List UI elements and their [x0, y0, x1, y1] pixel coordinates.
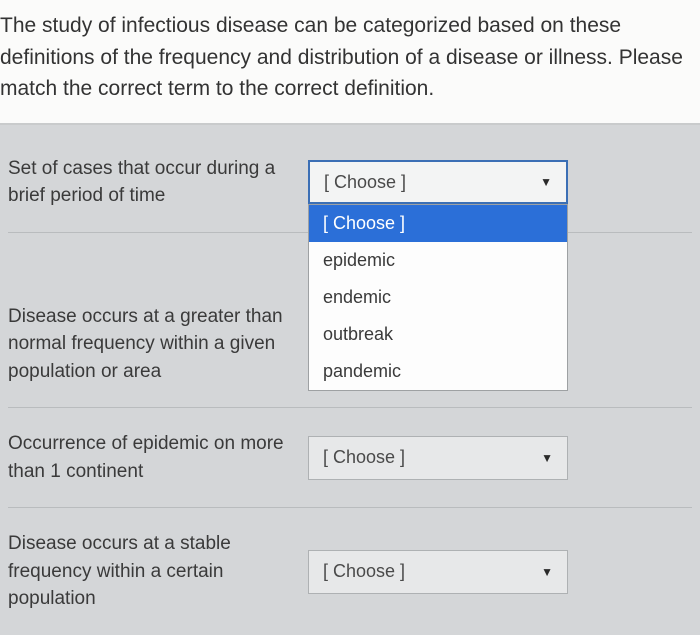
chevron-down-icon: ▼ [541, 565, 553, 579]
answer-select-3[interactable]: [ Choose ] ▼ [308, 436, 568, 480]
dropdown-list: [ Choose ] epidemic endemic outbreak pan… [308, 204, 568, 391]
option-endemic[interactable]: endemic [309, 279, 567, 316]
select-wrap-1: [ Choose ] ▼ [ Choose ] epidemic endemic… [308, 160, 568, 204]
prompt-text: Disease occurs at a greater than normal … [8, 303, 308, 386]
select-value: [ Choose ] [323, 447, 405, 468]
match-row: Disease occurs at a stable frequency wit… [8, 508, 692, 635]
option-placeholder[interactable]: [ Choose ] [309, 205, 567, 242]
match-row: Occurrence of epidemic on more than 1 co… [8, 408, 692, 508]
prompt-text: Occurrence of epidemic on more than 1 co… [8, 430, 308, 485]
chevron-down-icon: ▼ [541, 451, 553, 465]
answer-select-1[interactable]: [ Choose ] ▼ [308, 160, 568, 204]
matching-area: Set of cases that occur during a brief p… [0, 125, 700, 635]
option-outbreak[interactable]: outbreak [309, 316, 567, 353]
answer-select-4[interactable]: [ Choose ] ▼ [308, 550, 568, 594]
match-row: Set of cases that occur during a brief p… [8, 125, 692, 233]
select-wrap-4: [ Choose ] ▼ [308, 550, 568, 594]
chevron-down-icon: ▼ [540, 175, 552, 189]
select-value: [ Choose ] [324, 172, 406, 193]
option-epidemic[interactable]: epidemic [309, 242, 567, 279]
prompt-text: Disease occurs at a stable frequency wit… [8, 530, 308, 613]
select-wrap-3: [ Choose ] ▼ [308, 436, 568, 480]
question-instructions: The study of infectious disease can be c… [0, 0, 700, 125]
prompt-text: Set of cases that occur during a brief p… [8, 155, 308, 210]
option-pandemic[interactable]: pandemic [309, 353, 567, 390]
select-value: [ Choose ] [323, 561, 405, 582]
